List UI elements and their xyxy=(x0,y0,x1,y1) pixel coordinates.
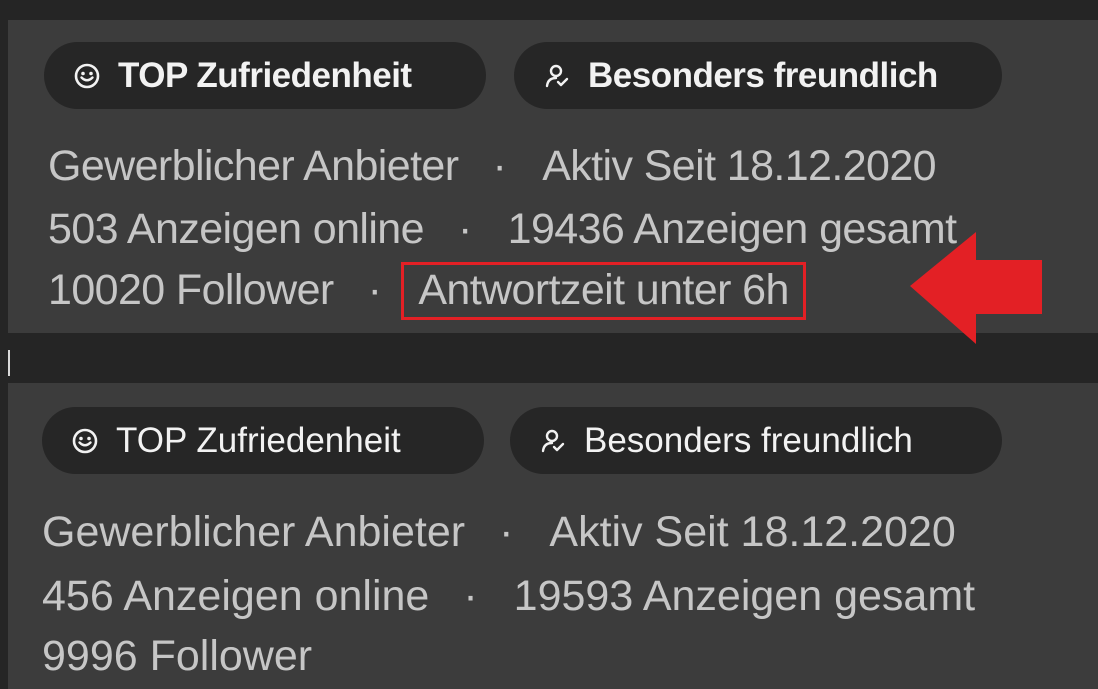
separator-dot: · xyxy=(367,266,382,314)
badge-label: Besonders freundlich xyxy=(584,420,913,460)
separator-dot: · xyxy=(457,205,472,253)
response-time-highlight: Antwortzeit unter 6h xyxy=(401,262,806,320)
response-time: Antwortzeit unter 6h xyxy=(418,266,789,314)
separator-dot: · xyxy=(499,508,514,556)
ads-count-line: 456 Anzeigen online · 19593 Anzeigen gesam… xyxy=(42,568,975,624)
friendly-person-icon xyxy=(540,428,566,454)
smiley-icon xyxy=(74,63,100,89)
smiley-icon xyxy=(72,428,98,454)
ads-count-line: 503 Anzeigen online · 19436 Anzeigen gesam… xyxy=(48,201,957,257)
follower-count: 9996 Follower xyxy=(42,632,313,680)
separator-dot: · xyxy=(492,142,507,190)
active-since: Aktiv Seit 18.12.2020 xyxy=(542,142,936,190)
seller-type-line: Gewerblicher Anbieter · Aktiv Seit 18.12.2… xyxy=(42,504,956,560)
seller-type: Gewerblicher Anbieter xyxy=(42,508,466,556)
badge-label: TOP Zufriedenheit xyxy=(116,420,401,460)
follower-count: 10020 Follower xyxy=(48,266,334,314)
badge-label: Besonders freundlich xyxy=(588,55,938,95)
followers-line: 10020 Follower · Antwortzeit unter 6h xyxy=(48,262,806,320)
ads-total: 19436 Anzeigen gesamt xyxy=(507,205,957,253)
badge-besonders-freundlich[interactable]: Besonders freundlich xyxy=(510,407,1002,474)
red-arrow-left-icon xyxy=(910,232,1042,344)
followers-line: 9996 Follower xyxy=(42,628,312,684)
friendly-person-icon xyxy=(544,63,570,89)
ads-total: 19593 Anzeigen gesamt xyxy=(513,572,976,620)
ads-online: 456 Anzeigen online xyxy=(42,572,430,620)
ads-online: 503 Anzeigen online xyxy=(48,205,425,253)
badge-label: TOP Zufriedenheit xyxy=(118,55,412,95)
seller-type: Gewerblicher Anbieter xyxy=(48,142,459,190)
badge-top-zufriedenheit[interactable]: TOP Zufriedenheit xyxy=(42,407,484,474)
separator-dot: · xyxy=(463,572,478,620)
active-since: Aktiv Seit 18.12.2020 xyxy=(549,508,956,556)
divider-tick xyxy=(8,350,10,376)
seller-info-panel-bottom: TOP Zufriedenheit Besonders freundlich G… xyxy=(8,383,1098,689)
seller-type-line: Gewerblicher Anbieter · Aktiv Seit 18.12.2… xyxy=(48,138,937,194)
badge-top-zufriedenheit[interactable]: TOP Zufriedenheit xyxy=(44,42,486,109)
badge-besonders-freundlich[interactable]: Besonders freundlich xyxy=(514,42,1002,109)
